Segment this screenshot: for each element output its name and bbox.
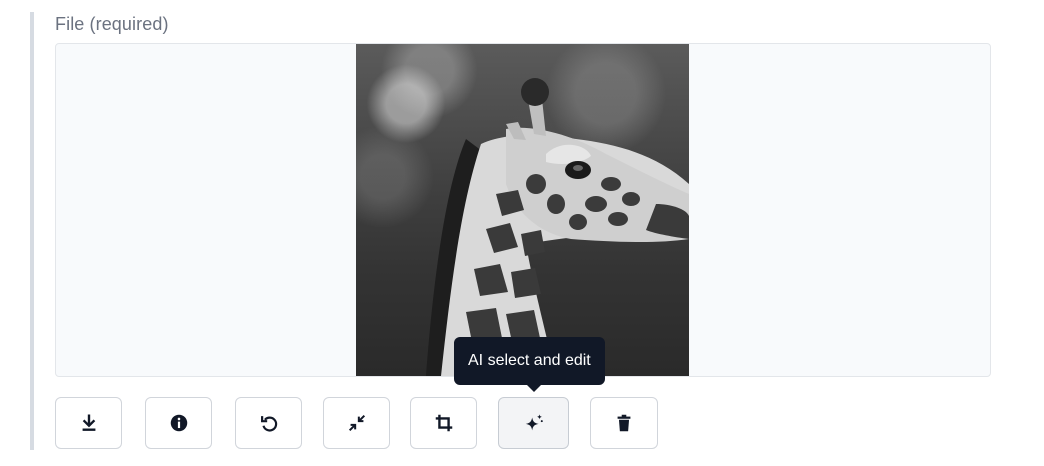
- crop-button[interactable]: [410, 397, 477, 449]
- download-button[interactable]: [55, 397, 122, 449]
- reset-button[interactable]: [235, 397, 302, 449]
- minimize-button[interactable]: [323, 397, 390, 449]
- ai-edit-button[interactable]: [498, 397, 569, 449]
- download-icon: [82, 414, 95, 431]
- info-button[interactable]: [145, 397, 212, 449]
- field-label: File (required): [55, 14, 169, 34]
- image-preview-area: [55, 43, 991, 377]
- info-icon: [170, 414, 187, 432]
- minimize-arrows-icon: [348, 414, 365, 432]
- crop-icon: [435, 414, 452, 432]
- image-preview[interactable]: [356, 44, 689, 376]
- delete-button[interactable]: [590, 397, 658, 449]
- trash-icon: [617, 414, 631, 432]
- ai-edit-tooltip: AI select and edit: [454, 337, 605, 385]
- tooltip-arrow: [526, 384, 542, 392]
- tooltip-text: AI select and edit: [468, 352, 591, 369]
- sparkles-icon: [525, 414, 543, 431]
- giraffe-illustration: [426, 78, 689, 376]
- undo-icon: [260, 416, 277, 432]
